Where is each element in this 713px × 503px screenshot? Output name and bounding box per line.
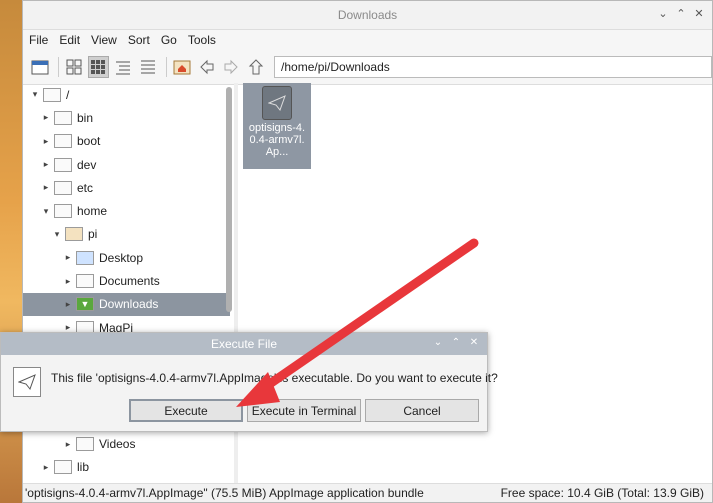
expand-right-icon[interactable]: ▸	[40, 462, 52, 473]
title-bar: Downloads ⌄ ⌃ ✕	[23, 1, 712, 30]
window-title: Downloads	[337, 8, 398, 22]
dialog-title-bar: Execute File ⌄ ⌃ ✕	[1, 333, 487, 355]
up-arrow-icon[interactable]	[245, 56, 267, 78]
menu-file[interactable]: File	[29, 33, 48, 47]
tree-item-label: lib	[77, 460, 90, 475]
folder-icon	[54, 110, 72, 125]
tree-item-label: pi	[88, 227, 98, 242]
menu-bar: File Edit View Sort Go Tools	[23, 30, 712, 50]
file-name: optisigns-4.0.4-armv7l.Ap...	[248, 122, 306, 158]
expand-down-icon[interactable]: ▾	[40, 206, 52, 217]
dialog-maximize-icon[interactable]: ⌃	[449, 337, 463, 348]
status-bar: 'optisigns-4.0.4-armv7l.AppImage" (75.5 …	[23, 483, 712, 502]
expand-right-icon[interactable]: ▸	[40, 182, 52, 193]
appimage-file-icon	[262, 86, 292, 120]
path-input[interactable]: /home/pi/Downloads ▼	[274, 56, 713, 78]
tree-item[interactable]: ▸ bin	[23, 106, 230, 129]
tree-item[interactable]: ▸ etc	[23, 176, 230, 199]
toolbar-divider	[165, 57, 167, 77]
tree-item-label: home	[77, 204, 108, 219]
icon-view-icon[interactable]	[63, 56, 85, 78]
executable-file-icon	[13, 367, 41, 397]
tree-item-label: etc	[77, 180, 94, 195]
tree-item[interactable]: ▸ ▼ Downloads	[23, 292, 230, 316]
dialog-title: Execute File	[210, 337, 278, 351]
folder-icon	[76, 274, 94, 289]
menu-view[interactable]: View	[91, 33, 117, 47]
back-arrow-icon[interactable]	[196, 56, 218, 78]
tree-item-label: Downloads	[99, 297, 159, 312]
expand-right-icon[interactable]: ▸	[62, 299, 74, 310]
forward-arrow-icon[interactable]	[220, 56, 242, 78]
tree-item[interactable]: ▾ home	[23, 199, 230, 222]
toolbar: /home/pi/Downloads ▼	[23, 50, 713, 85]
dialog-message: This file 'optisigns-4.0.4-armv7l.AppIma…	[51, 371, 498, 385]
compact-view-icon[interactable]	[112, 56, 134, 78]
tree-item-label: Desktop	[99, 250, 144, 265]
tree-item-label: bin	[77, 110, 94, 125]
expand-right-icon[interactable]: ▸	[40, 159, 52, 170]
expand-right-icon[interactable]: ▸	[62, 276, 74, 287]
tree-item[interactable]: ▾ /	[23, 83, 230, 106]
folder-icon	[54, 460, 72, 475]
folder-icon	[65, 227, 83, 242]
tree-item[interactable]: ▸ Documents	[23, 269, 230, 292]
tree-item-label: boot	[77, 134, 101, 149]
execute-button[interactable]: Execute	[129, 399, 243, 422]
close-icon[interactable]: ✕	[692, 7, 706, 21]
expand-right-icon[interactable]: ▸	[40, 136, 52, 147]
tree-item[interactable]: ▸ lib	[23, 456, 230, 479]
dialog-minimize-icon[interactable]: ⌄	[431, 337, 445, 348]
thumbnail-view-icon[interactable]	[87, 56, 110, 78]
folder-icon	[43, 87, 61, 102]
maximize-icon[interactable]: ⌃	[674, 7, 688, 21]
folder-icon	[54, 180, 72, 195]
tree-item[interactable]: ▾ pi	[23, 223, 230, 246]
cancel-button[interactable]: Cancel	[365, 399, 479, 422]
tree-scrollbar[interactable]	[226, 87, 232, 312]
folder-icon	[54, 157, 72, 172]
tree-item-label: /	[66, 87, 70, 102]
new-window-icon[interactable]	[29, 56, 51, 78]
expand-right-icon[interactable]: ▸	[40, 112, 52, 123]
path-text: /home/pi/Downloads	[281, 60, 390, 74]
folder-icon	[76, 250, 94, 265]
tree-item[interactable]: ▸ Videos	[23, 432, 230, 455]
expand-right-icon[interactable]: ▸	[62, 439, 74, 450]
expand-down-icon[interactable]: ▾	[51, 229, 63, 240]
tree-item[interactable]: ▸ boot	[23, 130, 230, 153]
toolbar-divider	[57, 57, 59, 77]
expand-right-icon[interactable]: ▸	[62, 252, 74, 263]
minimize-icon[interactable]: ⌄	[656, 7, 670, 21]
execute-file-dialog: Execute File ⌄ ⌃ ✕ This file 'optisigns-…	[0, 332, 498, 432]
folder-icon	[54, 204, 72, 219]
expand-down-icon[interactable]: ▾	[29, 89, 41, 100]
execute-in-terminal-button[interactable]: Execute in Terminal	[247, 399, 361, 422]
list-view-icon[interactable]	[137, 56, 159, 78]
menu-tools[interactable]: Tools	[188, 33, 216, 47]
folder-icon	[76, 437, 94, 452]
tree-item-label: dev	[77, 157, 97, 172]
tree-item-label: Documents	[99, 274, 160, 289]
tree-item-label: Videos	[99, 437, 136, 452]
folder-icon: ▼	[76, 297, 94, 312]
menu-go[interactable]: Go	[161, 33, 177, 47]
home-icon[interactable]	[171, 56, 193, 78]
tree-item[interactable]: ▸ dev	[23, 153, 230, 176]
dialog-close-icon[interactable]: ✕	[467, 337, 481, 348]
menu-edit[interactable]: Edit	[59, 33, 80, 47]
status-selection: 'optisigns-4.0.4-armv7l.AppImage" (75.5 …	[25, 486, 424, 500]
tree-item[interactable]: ▸ Desktop	[23, 246, 230, 269]
folder-icon	[54, 134, 72, 149]
menu-sort[interactable]: Sort	[128, 33, 150, 47]
status-free-space: Free space: 10.4 GiB (Total: 13.9 GiB)	[500, 486, 704, 500]
file-item[interactable]: optisigns-4.0.4-armv7l.Ap...	[243, 83, 311, 169]
